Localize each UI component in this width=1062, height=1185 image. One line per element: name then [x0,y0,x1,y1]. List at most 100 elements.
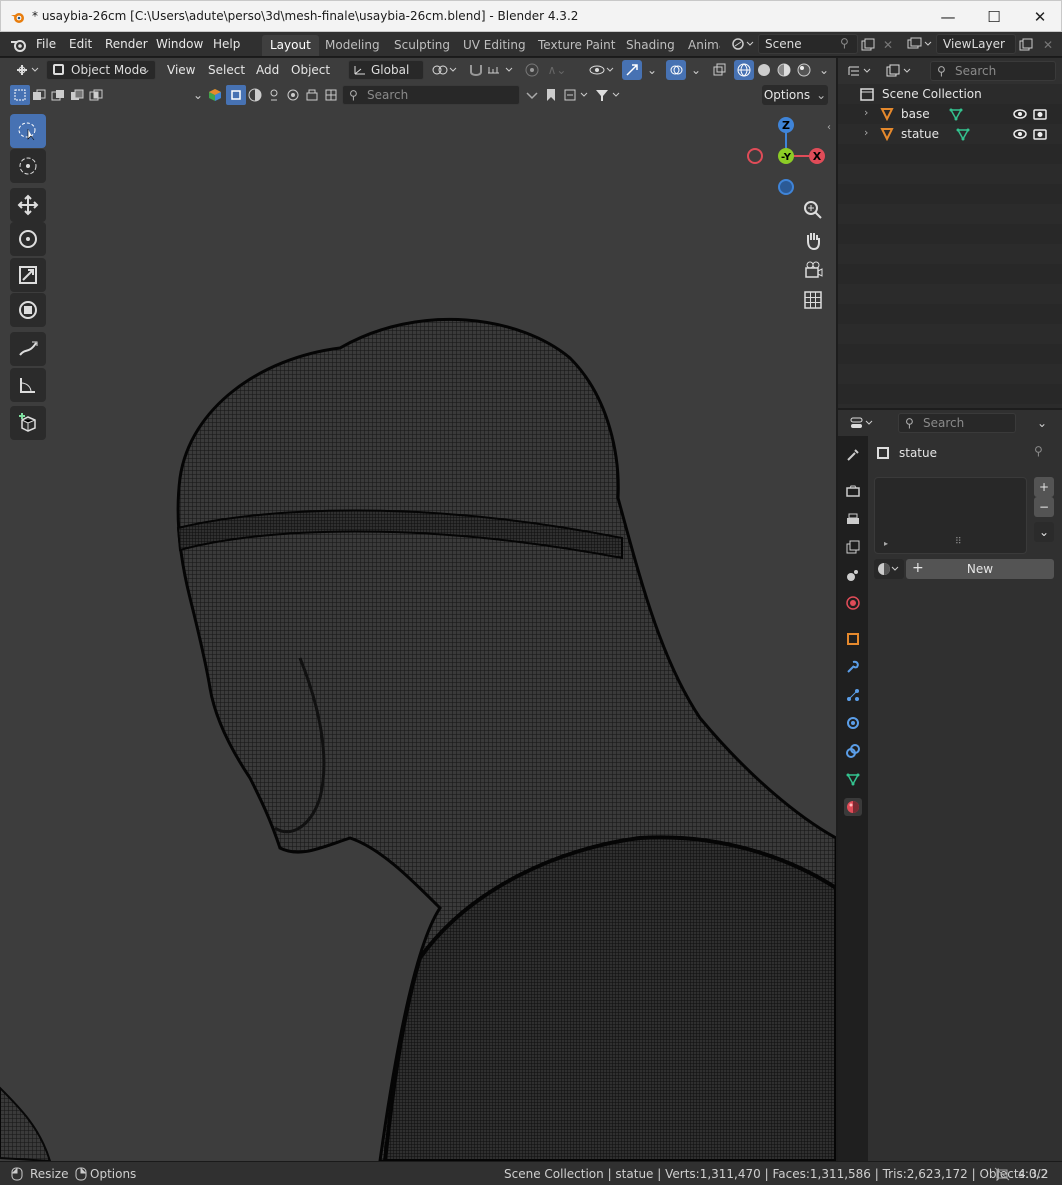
tab-layout[interactable]: Layout [262,35,319,56]
outliner-editor-type-icon[interactable] [846,61,876,81]
expand-arrow-icon[interactable]: › [864,106,868,119]
sidebar-toggle-icon[interactable]: ‹ [827,122,831,133]
display-mode-icon[interactable] [884,61,914,81]
pin-icon[interactable]: ⚲ [840,36,849,50]
object-types-icon[interactable] [205,85,225,105]
outliner-search-field[interactable]: Search ⚲ [930,61,1056,81]
render-camera-icon[interactable] [1033,107,1047,121]
ortho-toggle-button[interactable] [802,289,824,311]
navigation-gizmo[interactable]: Z X -Y [742,114,828,200]
maximize-button[interactable]: ☐ [971,1,1017,32]
object-tab-icon[interactable] [844,630,862,648]
eye-icon[interactable] [1013,108,1027,120]
material-slot-list[interactable]: ▸ ⠿ [874,477,1027,554]
other-filter-icon[interactable] [321,85,341,105]
view-layer-name-field[interactable]: ViewLayer [936,34,1016,54]
menu-edit[interactable]: Edit [69,37,92,51]
add-material-slot-button[interactable]: + [1034,477,1054,497]
visibility-dropdown-icon[interactable] [588,60,616,80]
material-specials-dropdown[interactable]: ⌄ [1034,522,1054,542]
rendered-shading-icon[interactable] [794,60,814,80]
properties-search-field[interactable]: Search ⚲ [898,413,1016,433]
remove-material-slot-button[interactable]: − [1034,497,1054,517]
options-dropdown[interactable]: Options ⌄ [762,85,828,105]
delete-scene-icon[interactable]: ✕ [878,35,898,55]
cursor-tool[interactable] [10,149,46,183]
minimize-button[interactable]: — [925,1,971,32]
select-box-tool[interactable] [10,114,46,148]
filter-funnel-icon[interactable] [594,85,624,105]
editor-type-icon[interactable] [14,60,42,80]
menu-select[interactable]: Select [208,63,245,77]
close-button[interactable]: ✕ [1017,1,1062,32]
transform-orientation-dropdown[interactable]: Global [348,60,424,80]
menu-object[interactable]: Object [291,63,330,77]
view-layer-tab-icon[interactable] [844,538,862,556]
shading-dropdown-icon[interactable]: ⌄ [814,60,834,80]
tab-texture-paint[interactable]: Texture Paint [530,35,623,56]
pivot-point-icon[interactable] [430,60,460,80]
delete-view-layer-icon[interactable]: ✕ [1038,35,1058,55]
browse-material-dropdown[interactable] [874,559,904,579]
select-subtract-icon[interactable] [48,85,68,105]
particles-tab-icon[interactable] [844,686,862,704]
wireframe-shading-icon[interactable] [734,60,754,80]
tab-sculpting[interactable]: Sculpting [386,35,458,56]
constraints-tab-icon[interactable] [844,742,862,760]
pin-icon[interactable]: ⚲ [1034,444,1043,458]
move-tool[interactable] [10,188,46,222]
sort-dropdown-icon[interactable] [562,85,592,105]
camera-view-button[interactable] [802,259,824,281]
object-select-filter-icon[interactable] [226,85,246,105]
render-camera-icon[interactable] [1033,127,1047,141]
tool-tab-icon[interactable] [844,446,862,464]
camera-filter-icon[interactable] [283,85,303,105]
solid-shading-icon[interactable] [754,60,774,80]
menu-file[interactable]: File [36,37,56,51]
expand-arrow-icon[interactable]: › [864,126,868,139]
outliner-row-scene-collection[interactable]: Scene Collection [838,84,1062,104]
menu-window[interactable]: Window [156,37,203,51]
transform-tool[interactable] [10,293,46,327]
rotate-tool[interactable] [10,222,46,256]
measure-tool[interactable] [10,368,46,402]
add-cube-tool[interactable] [10,406,46,440]
proportional-edit-icon[interactable] [522,60,542,80]
gizmo-toggle-icon[interactable] [622,60,642,80]
new-view-layer-icon[interactable] [1016,35,1036,55]
scale-tool[interactable] [10,258,46,292]
properties-options-dropdown-icon[interactable]: ⌄ [1032,413,1052,433]
select-extend-icon[interactable] [29,85,49,105]
bookmark-icon[interactable] [541,85,561,105]
new-material-button[interactable]: + New [906,559,1054,579]
output-tab-icon[interactable] [844,510,862,528]
zoom-button[interactable] [802,199,824,221]
resize-grip-icon[interactable]: ⠿ [955,537,962,547]
material-tab-icon[interactable] [844,798,862,816]
falloff-icon[interactable]: ∧⌄ [542,60,572,80]
outliner-row-statue[interactable]: › statue [838,124,1062,144]
world-tab-icon[interactable] [844,594,862,612]
mode-dropdown[interactable]: Object Mode ⌄ [46,60,156,80]
new-scene-icon[interactable] [858,35,878,55]
snap-target-icon[interactable] [486,60,516,80]
tab-uv-editing[interactable]: UV Editing [455,35,534,56]
material-shading-icon[interactable] [774,60,794,80]
viewport-search-field[interactable]: Search ⚲ [342,85,520,105]
render-tab-icon[interactable] [844,482,862,500]
modifier-tab-icon[interactable] [844,658,862,676]
tab-animation[interactable]: Anima [680,35,720,56]
select-new-icon[interactable] [10,85,30,105]
select-invert-icon[interactable] [67,85,87,105]
menu-view[interactable]: View [167,63,195,77]
snap-toggle-icon[interactable] [466,60,486,80]
empty-filter-icon[interactable] [302,85,322,105]
view-layer-selector-icon[interactable] [904,34,934,54]
data-tab-icon[interactable] [844,770,862,788]
3d-viewport[interactable]: Object Mode ⌄ View Select Add Object Glo… [0,58,836,1161]
annotate-tool[interactable] [10,332,46,366]
select-intersect-icon[interactable] [86,85,106,105]
physics-tab-icon[interactable] [844,714,862,732]
xray-toggle-icon[interactable] [710,60,730,80]
filter-toggle-icon[interactable] [522,85,542,105]
